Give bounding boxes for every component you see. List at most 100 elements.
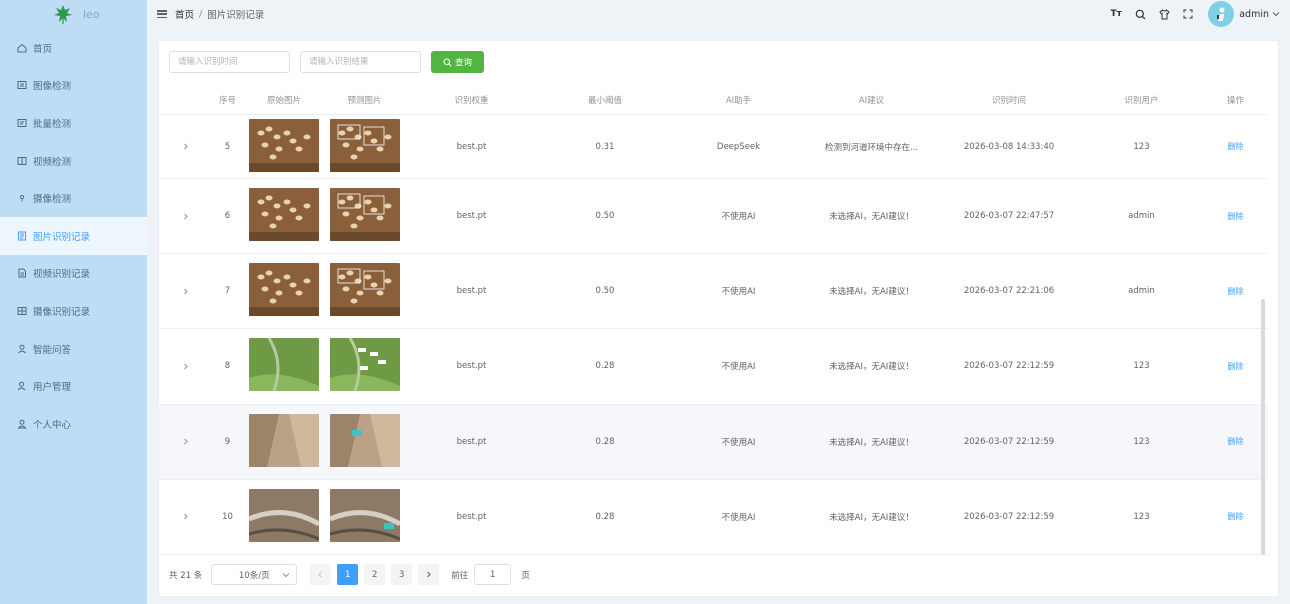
time-cell: 2026-03-07 22:12:59 [963, 511, 1055, 522]
page-button-1[interactable]: 1 [337, 564, 359, 585]
chevron-down-icon [282, 571, 290, 582]
table-row[interactable]: 7 best.pt 0.50 不使用AI 未选择AI，无AI建议！ 2026-03-07 … [159, 254, 1268, 330]
font-size-icon[interactable]: Tт [1110, 8, 1122, 20]
column-header: 识别权重 [454, 95, 489, 106]
sidebar-item-label: 摄像识别记录 [33, 306, 91, 318]
predicted-image[interactable] [324, 338, 405, 394]
page-size-select[interactable]: 10条/页 [211, 564, 298, 585]
search-icon[interactable] [1134, 8, 1146, 20]
breadcrumb-home[interactable]: 首页 [175, 7, 194, 21]
sidebar-item[interactable]: 摄像识别记录 [0, 292, 147, 330]
total-count: 共 21 条 [169, 570, 203, 581]
column-header: 识别时间 [991, 95, 1026, 106]
user-cell: admin [1128, 211, 1155, 222]
sidebar-item[interactable]: 批量检测 [0, 104, 147, 142]
fullscreen-icon[interactable] [1182, 8, 1194, 20]
ai-advice-cell: 未选择AI，无AI建议！ [829, 212, 914, 223]
predicted-image[interactable] [324, 413, 405, 470]
next-page-button[interactable] [418, 564, 440, 585]
row-index: 9 [224, 436, 231, 447]
sidebar-item-label: 图片识别记录 [33, 231, 91, 243]
video-icon [17, 156, 27, 166]
time-cell: 2026-03-07 22:12:59 [963, 436, 1055, 447]
sidebar-item-label: 图像检测 [33, 81, 72, 93]
predicted-image[interactable] [324, 263, 405, 319]
original-image[interactable] [244, 413, 324, 470]
ai-assistant-cell: DeepSeek [716, 141, 761, 152]
delete-button[interactable]: 删除 [1228, 287, 1244, 296]
sidebar-item[interactable]: 摄像检测 [0, 179, 147, 217]
user-cell: 123 [1133, 436, 1150, 447]
delete-button[interactable]: 删除 [1228, 512, 1244, 521]
delete-button[interactable]: 删除 [1228, 212, 1244, 221]
table-row[interactable]: 10 best.pt 0.28 不使用AI 未选择AI，无AI建议！ 2026-03-07… [159, 480, 1268, 555]
sidebar-item[interactable]: 智能问答 [0, 330, 147, 368]
sidebar-item[interactable]: 视频识别记录 [0, 255, 147, 293]
sidebar-item[interactable]: 视频检测 [0, 142, 147, 180]
time-search-input[interactable] [169, 51, 290, 73]
menu-toggle-icon[interactable] [157, 10, 167, 18]
sidebar-item[interactable]: 首页 [0, 29, 147, 67]
time-cell: 2026-03-07 22:21:06 [963, 286, 1055, 297]
sidebar-item-label: 批量检测 [33, 118, 72, 130]
row-index: 10 [222, 511, 233, 522]
original-image[interactable] [244, 338, 324, 394]
ai-assistant-cell: 不使用AI [721, 212, 756, 223]
sidebar-item[interactable]: 图片识别记录 [0, 216, 147, 255]
predicted-image[interactable] [324, 118, 405, 175]
column-header: 预测图片 [347, 95, 382, 106]
search-button[interactable]: 查询 [431, 51, 484, 73]
threshold-cell: 0.28 [595, 361, 615, 372]
table-row[interactable]: 6 best.pt 0.50 不使用AI 未选择AI，无AI建议！ 2026-03-07 … [159, 179, 1268, 255]
expand-row-icon[interactable] [159, 213, 211, 220]
user-cell: 123 [1133, 511, 1150, 522]
original-image[interactable] [244, 488, 324, 545]
original-image[interactable] [244, 263, 324, 319]
predicted-image[interactable] [324, 188, 405, 244]
column-header: 操作 [1226, 95, 1244, 106]
expand-row-icon[interactable] [159, 438, 211, 445]
delete-button[interactable]: 删除 [1228, 362, 1244, 371]
goto-label: 前往 [451, 570, 469, 581]
page-button-2[interactable]: 2 [364, 564, 386, 585]
user-name[interactable]: admin [1239, 9, 1269, 20]
prev-page-button[interactable] [310, 564, 332, 585]
weight-cell: best.pt [456, 511, 487, 522]
weight-cell: best.pt [456, 286, 487, 297]
original-image[interactable] [244, 118, 324, 175]
sidebar-menu: 首页图像检测批量检测视频检测摄像检测图片识别记录视频识别记录摄像识别记录智能问答… [0, 29, 147, 443]
chevron-down-icon[interactable] [1272, 10, 1280, 18]
predicted-image[interactable] [324, 488, 405, 545]
breadcrumb-separator: / [199, 8, 203, 20]
sidebar-item[interactable]: 图像检测 [0, 67, 147, 105]
row-index: 8 [224, 361, 231, 372]
original-image[interactable] [244, 188, 324, 244]
ai-assistant-cell: 不使用AI [721, 287, 756, 298]
table-row[interactable]: 5 best.pt 0.31 DeepSeek 检测到河道环境中存在... 2026-03… [159, 115, 1268, 179]
result-search-input[interactable] [300, 51, 421, 73]
logo[interactable]: leo [0, 0, 147, 28]
expand-row-icon[interactable] [159, 143, 211, 150]
home-icon [17, 43, 27, 53]
batch-icon [17, 118, 27, 128]
delete-button[interactable]: 删除 [1228, 437, 1244, 446]
table-scrollbar[interactable] [1261, 299, 1265, 555]
expand-row-icon[interactable] [159, 363, 211, 370]
pagination: 共 21 条 10条/页 1 2 3 前往 页 [169, 564, 530, 585]
expand-row-icon[interactable] [159, 288, 211, 295]
sidebar-item[interactable]: 个人中心 [0, 405, 147, 443]
shirt-icon[interactable] [1158, 8, 1170, 20]
table-row[interactable]: 8 best.pt 0.28 不使用AI 未选择AI，无AI建议！ 2026-03-07 … [159, 329, 1268, 405]
page-button-3[interactable]: 3 [391, 564, 413, 585]
document-icon [17, 231, 27, 241]
sidebar-item-label: 视频检测 [33, 156, 72, 168]
expand-row-icon[interactable] [159, 513, 211, 520]
table-row[interactable]: 9 best.pt 0.28 不使用AI 未选择AI，无AI建议！ 2026-03-07 … [159, 404, 1268, 480]
image-icon [17, 80, 27, 90]
time-cell: 2026-03-07 22:47:57 [963, 211, 1055, 222]
avatar[interactable] [1208, 1, 1235, 27]
goto-page-input[interactable] [474, 564, 512, 585]
goto-page: 前往 页 [451, 564, 530, 585]
sidebar-item[interactable]: 用户管理 [0, 367, 147, 405]
delete-button[interactable]: 删除 [1228, 142, 1244, 151]
